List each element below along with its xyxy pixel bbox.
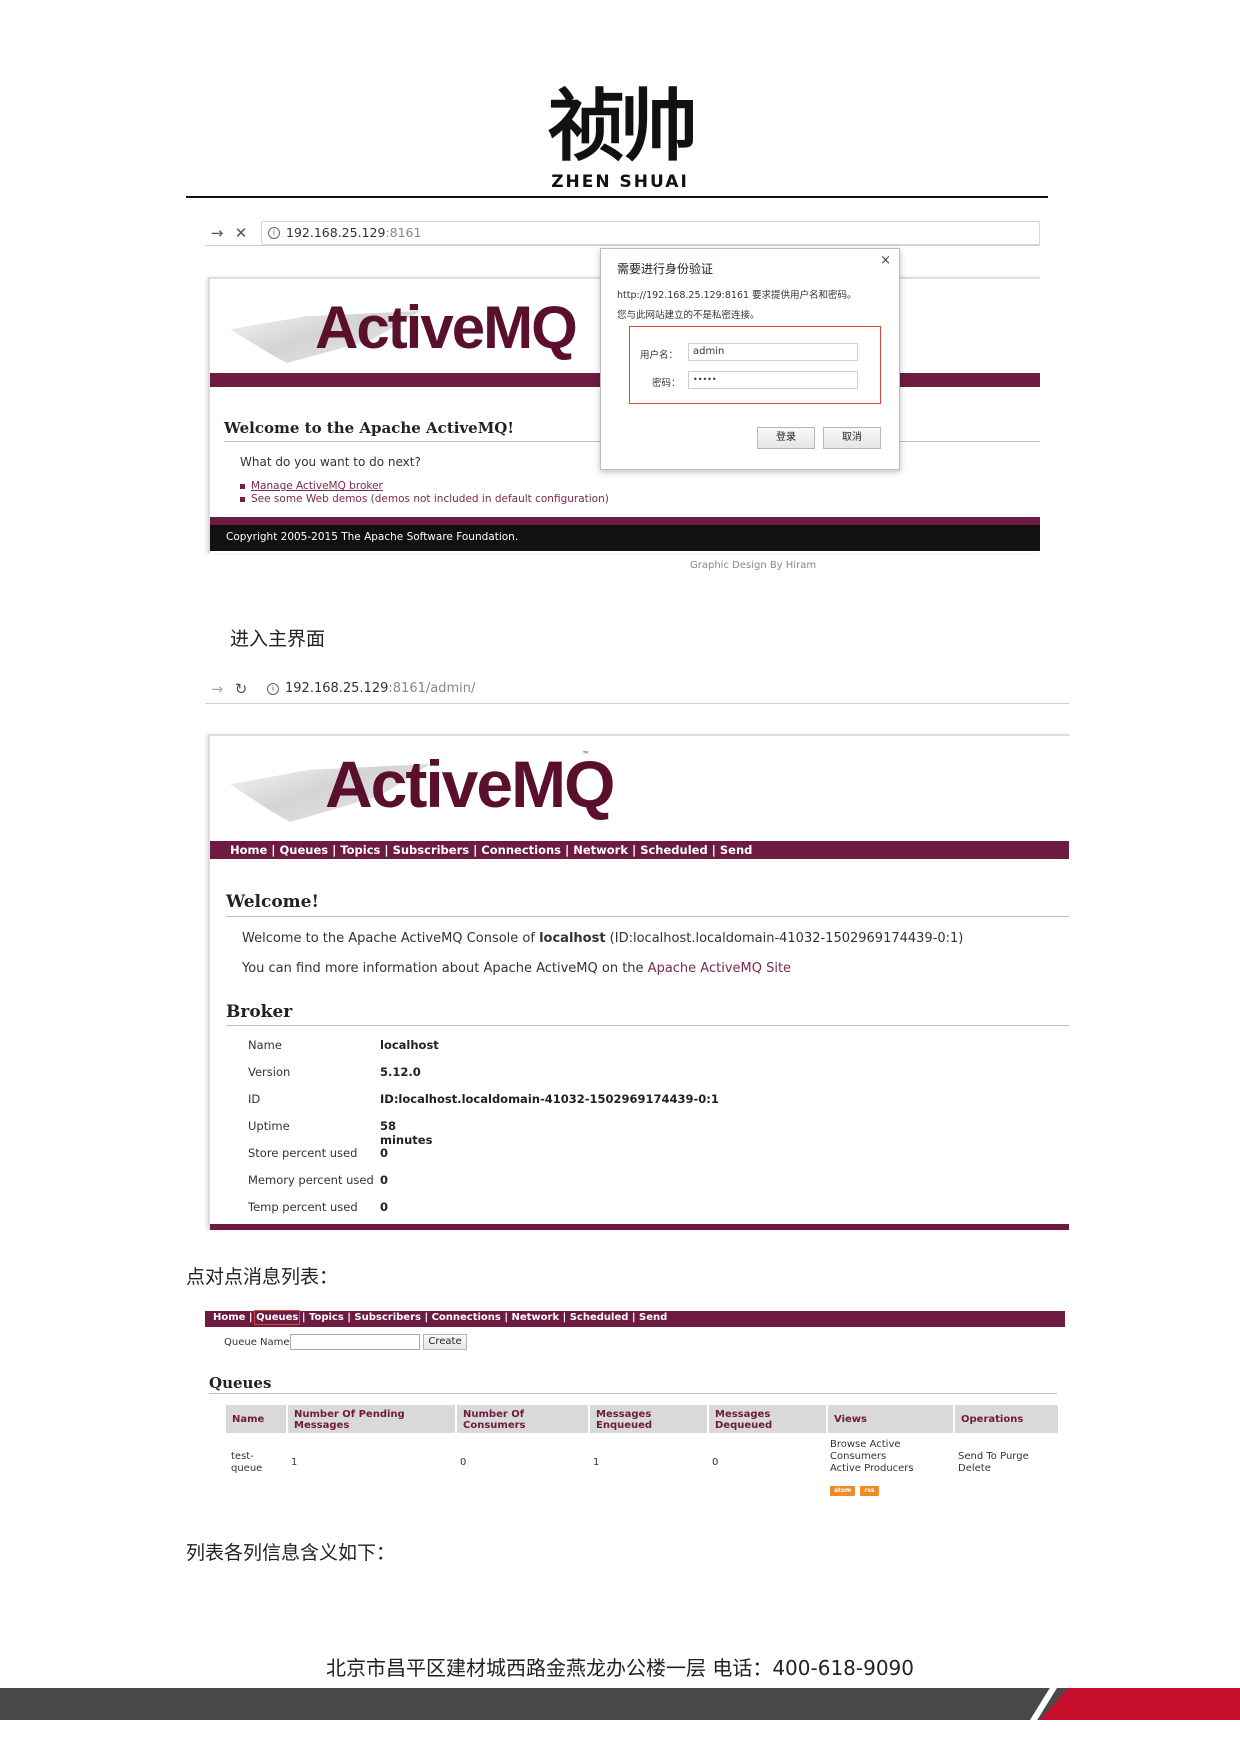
info-icon: i: [268, 226, 280, 239]
next-question: What do you want to do next?: [240, 455, 421, 469]
menu-queues[interactable]: Queues: [254, 1310, 301, 1325]
col-consumers[interactable]: Number Of Consumers: [457, 1405, 588, 1433]
copyright-bar: Copyright 2005-2015 The Apache Software …: [210, 525, 1040, 551]
consumers-value: 0: [460, 1457, 467, 1468]
address-bar-2[interactable]: i 192.168.25.129:8161/admin/: [261, 677, 1069, 701]
col-enqueued[interactable]: Messages Enqueued: [590, 1405, 707, 1433]
trademark: ™: [582, 750, 590, 759]
welcome-title: Welcome to the Apache ActiveMQ!: [224, 419, 514, 437]
purge-link[interactable]: Purge: [1000, 1451, 1029, 1462]
info-line: You can find more information about Apac…: [242, 961, 792, 976]
queues-table: Name Number Of Pending Messages Number O…: [226, 1405, 1058, 1496]
copyright-text: Copyright 2005-2015 The Apache Software …: [226, 531, 519, 543]
dialog-close-icon[interactable]: ×: [880, 253, 891, 268]
rss-feed-icon[interactable]: rss: [860, 1486, 879, 1496]
col-operations: Operations: [955, 1405, 1058, 1433]
broker-heading: Broker: [226, 1002, 293, 1022]
activemq-site-link[interactable]: Apache ActiveMQ Site: [648, 961, 791, 976]
username-label: 用户名：: [640, 350, 679, 361]
caption-enter-main: 进入主界面: [230, 628, 326, 650]
enqueued-value: 1: [593, 1457, 600, 1468]
caption-p2p-list: 点对点消息列表：: [186, 1266, 339, 1288]
forward-icon[interactable]: →: [205, 224, 229, 242]
link-manage-broker[interactable]: Manage ActiveMQ broker: [240, 480, 383, 492]
browse-consumers-link[interactable]: Browse Active Consumers: [830, 1439, 920, 1463]
address-bar-1[interactable]: i 192.168.25.129:8161: [261, 220, 1040, 245]
col-dequeued[interactable]: Messages Dequeued: [709, 1405, 826, 1433]
stop-icon[interactable]: ✕: [229, 224, 253, 242]
password-label: 密码：: [652, 378, 681, 389]
queues-heading: Queues: [209, 1374, 272, 1392]
queues-menu: Home | Queues | Topics | Subscribers | C…: [205, 1310, 1065, 1327]
footer-accent: [1040, 1688, 1240, 1720]
forward-icon[interactable]: →: [205, 680, 229, 698]
browser-bar-1: → ✕ i 192.168.25.129:8161: [205, 220, 1040, 246]
caption-columns: 列表各列信息含义如下：: [186, 1542, 396, 1564]
info-icon: i: [267, 682, 279, 695]
welcome-heading: Welcome!: [226, 892, 319, 912]
credentials-highlight: 用户名： admin 密码： •••••: [629, 326, 881, 404]
login-button[interactable]: 登录: [757, 427, 815, 449]
pending-value: 1: [291, 1457, 298, 1468]
active-producers-link[interactable]: Active Producers: [830, 1463, 914, 1475]
main-menu: Home | Queues | Topics | Subscribers | C…: [210, 841, 1069, 859]
atom-feed-icon[interactable]: atom: [830, 1486, 856, 1496]
username-input[interactable]: admin: [688, 343, 858, 361]
dequeued-value: 0: [712, 1457, 719, 1468]
queue-name-input[interactable]: [290, 1334, 420, 1350]
link-web-demos[interactable]: See some Web demos (demos not included i…: [240, 493, 609, 505]
activemq-logo: ActiveMQ: [315, 294, 578, 361]
menu-others[interactable]: Topics | Subscribers | Connections | Net…: [309, 1312, 667, 1323]
company-logo-en: ZHEN SHUAI: [551, 172, 689, 192]
dialog-title: 需要进行身份验证: [617, 262, 714, 276]
create-button[interactable]: Create: [423, 1334, 467, 1350]
col-pending[interactable]: Number Of Pending Messages: [288, 1405, 455, 1433]
footer-address: 北京市昌平区建材城西路金燕龙办公楼一层 电话：400-618-9090: [325, 1656, 915, 1680]
dialog-line-1: http://192.168.25.129:8161 要求提供用户名和密码。: [617, 290, 857, 301]
send-to-link[interactable]: Send To: [958, 1451, 997, 1462]
queue-name-label: Queue Name: [224, 1337, 290, 1348]
reload-icon[interactable]: ↻: [229, 680, 253, 698]
col-views: Views: [828, 1405, 953, 1433]
auth-dialog: 需要进行身份验证 × http://192.168.25.129:8161 要求…: [600, 248, 900, 470]
design-credit: Graphic Design By Hiram: [690, 560, 817, 571]
delete-link[interactable]: Delete: [958, 1463, 991, 1474]
cancel-button[interactable]: 取消: [823, 427, 881, 449]
welcome-line: Welcome to the Apache ActiveMQ Console o…: [242, 931, 964, 946]
header-divider: [186, 196, 1048, 198]
col-name[interactable]: Name: [226, 1405, 286, 1433]
main-menu-links[interactable]: Home | Queues | Topics | Subscribers | C…: [230, 843, 752, 857]
queue-name-link[interactable]: test-queue: [231, 1451, 271, 1475]
amq-admin-page: ActiveMQ ™ Home | Queues | Topics | Subs…: [208, 734, 1069, 1230]
dialog-line-2: 您与此网站建立的不是私密连接。: [617, 310, 760, 321]
browser-bar-2: → ↻ i 192.168.25.129:8161/admin/: [205, 674, 1069, 704]
menu-home[interactable]: Home: [213, 1312, 245, 1323]
company-logo-cn: 祯帅: [547, 82, 698, 172]
password-input[interactable]: •••••: [688, 371, 858, 389]
activemq-logo: ActiveMQ: [325, 747, 615, 821]
feed-buttons: atom rss: [830, 1477, 879, 1496]
operations-links: Send To Purge Delete: [958, 1451, 1029, 1475]
